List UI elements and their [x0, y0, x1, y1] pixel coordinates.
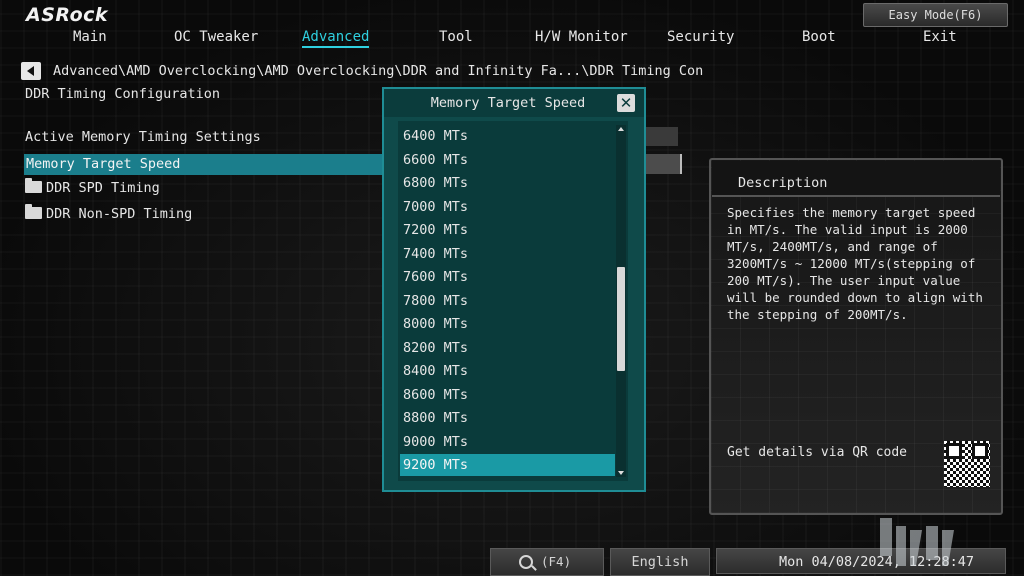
option-item[interactable]: 6400 MTs — [400, 125, 615, 147]
option-item[interactable]: 6600 MTs — [400, 149, 615, 171]
folder-ddr-spd-timing[interactable]: DDR SPD Timing — [25, 178, 160, 196]
option-item[interactable]: 8600 MTs — [400, 384, 615, 406]
search-icon — [519, 555, 533, 569]
scrollbar[interactable] — [616, 125, 626, 477]
option-item[interactable]: 8400 MTs — [400, 360, 615, 382]
tab-tool[interactable]: Tool — [439, 29, 473, 45]
description-header: Description — [712, 161, 1000, 197]
search-shortcut: (F4) — [541, 554, 572, 569]
option-item[interactable]: 7400 MTs — [400, 243, 615, 265]
back-arrow-icon[interactable] — [21, 62, 41, 80]
folder-icon — [25, 178, 42, 193]
memory-target-speed-value-box[interactable] — [640, 154, 682, 174]
folder-label: DDR Non-SPD Timing — [46, 206, 193, 222]
active-memory-timing-label: Active Memory Timing Settings — [25, 129, 261, 145]
close-icon[interactable]: ✕ — [617, 94, 635, 112]
watermark-logo — [880, 518, 954, 566]
qr-label: Get details via QR code — [727, 445, 908, 460]
option-item[interactable]: 8800 MTs — [400, 407, 615, 429]
tab-boot[interactable]: Boot — [802, 29, 836, 45]
option-item[interactable]: 7800 MTs — [400, 290, 615, 312]
option-item[interactable]: 7200 MTs — [400, 219, 615, 241]
tab-hw-monitor[interactable]: H/W Monitor — [535, 29, 628, 45]
language-button[interactable]: English — [610, 548, 710, 576]
option-item-selected[interactable]: 9200 MTs — [400, 454, 615, 476]
option-item[interactable]: 7600 MTs — [400, 266, 615, 288]
folder-label: DDR SPD Timing — [46, 180, 160, 196]
easy-mode-button[interactable]: Easy Mode(F6) — [863, 3, 1008, 27]
dialog-title: Memory Target Speed — [430, 95, 586, 111]
scrollbar-thumb[interactable] — [617, 267, 625, 371]
scroll-up-arrow-icon[interactable] — [618, 127, 624, 131]
option-item[interactable]: 9000 MTs — [400, 431, 615, 453]
tab-exit[interactable]: Exit — [923, 29, 957, 45]
description-panel: Description Specifies the memory target … — [709, 158, 1003, 515]
tab-advanced[interactable]: Advanced — [302, 29, 370, 48]
page-title: DDR Timing Configuration — [25, 86, 221, 102]
tab-security[interactable]: Security — [667, 29, 734, 45]
description-text: Specifies the memory target speed in MT/… — [727, 205, 983, 322]
memory-target-speed-item[interactable]: Memory Target Speed — [24, 154, 382, 175]
dialog-header: Memory Target Speed ✕ — [384, 89, 644, 117]
option-item[interactable]: 8200 MTs — [400, 337, 615, 359]
scroll-down-arrow-icon[interactable] — [618, 471, 624, 475]
breadcrumb: Advanced\AMD Overclocking\AMD Overclocki… — [53, 63, 704, 79]
option-item[interactable]: 8000 MTs — [400, 313, 615, 335]
option-item[interactable]: 6800 MTs — [400, 172, 615, 194]
folder-ddr-non-spd-timing[interactable]: DDR Non-SPD Timing — [25, 204, 193, 222]
folder-icon — [25, 204, 42, 219]
memory-target-speed-dialog: Memory Target Speed ✕ 6400 MTs 6600 MTs … — [382, 87, 646, 492]
asrock-logo: ASRock — [26, 4, 109, 26]
qr-code-icon — [944, 441, 990, 487]
option-item[interactable]: 7000 MTs — [400, 196, 615, 218]
description-title: Description — [738, 175, 828, 191]
tab-main[interactable]: Main — [73, 29, 107, 45]
tab-oc-tweaker[interactable]: OC Tweaker — [174, 29, 258, 45]
option-list: 6400 MTs 6600 MTs 6800 MTs 7000 MTs 7200… — [398, 121, 628, 481]
search-button[interactable]: (F4) — [490, 548, 604, 576]
top-nav: Main OC Tweaker Advanced Tool H/W Monito… — [0, 29, 1024, 53]
